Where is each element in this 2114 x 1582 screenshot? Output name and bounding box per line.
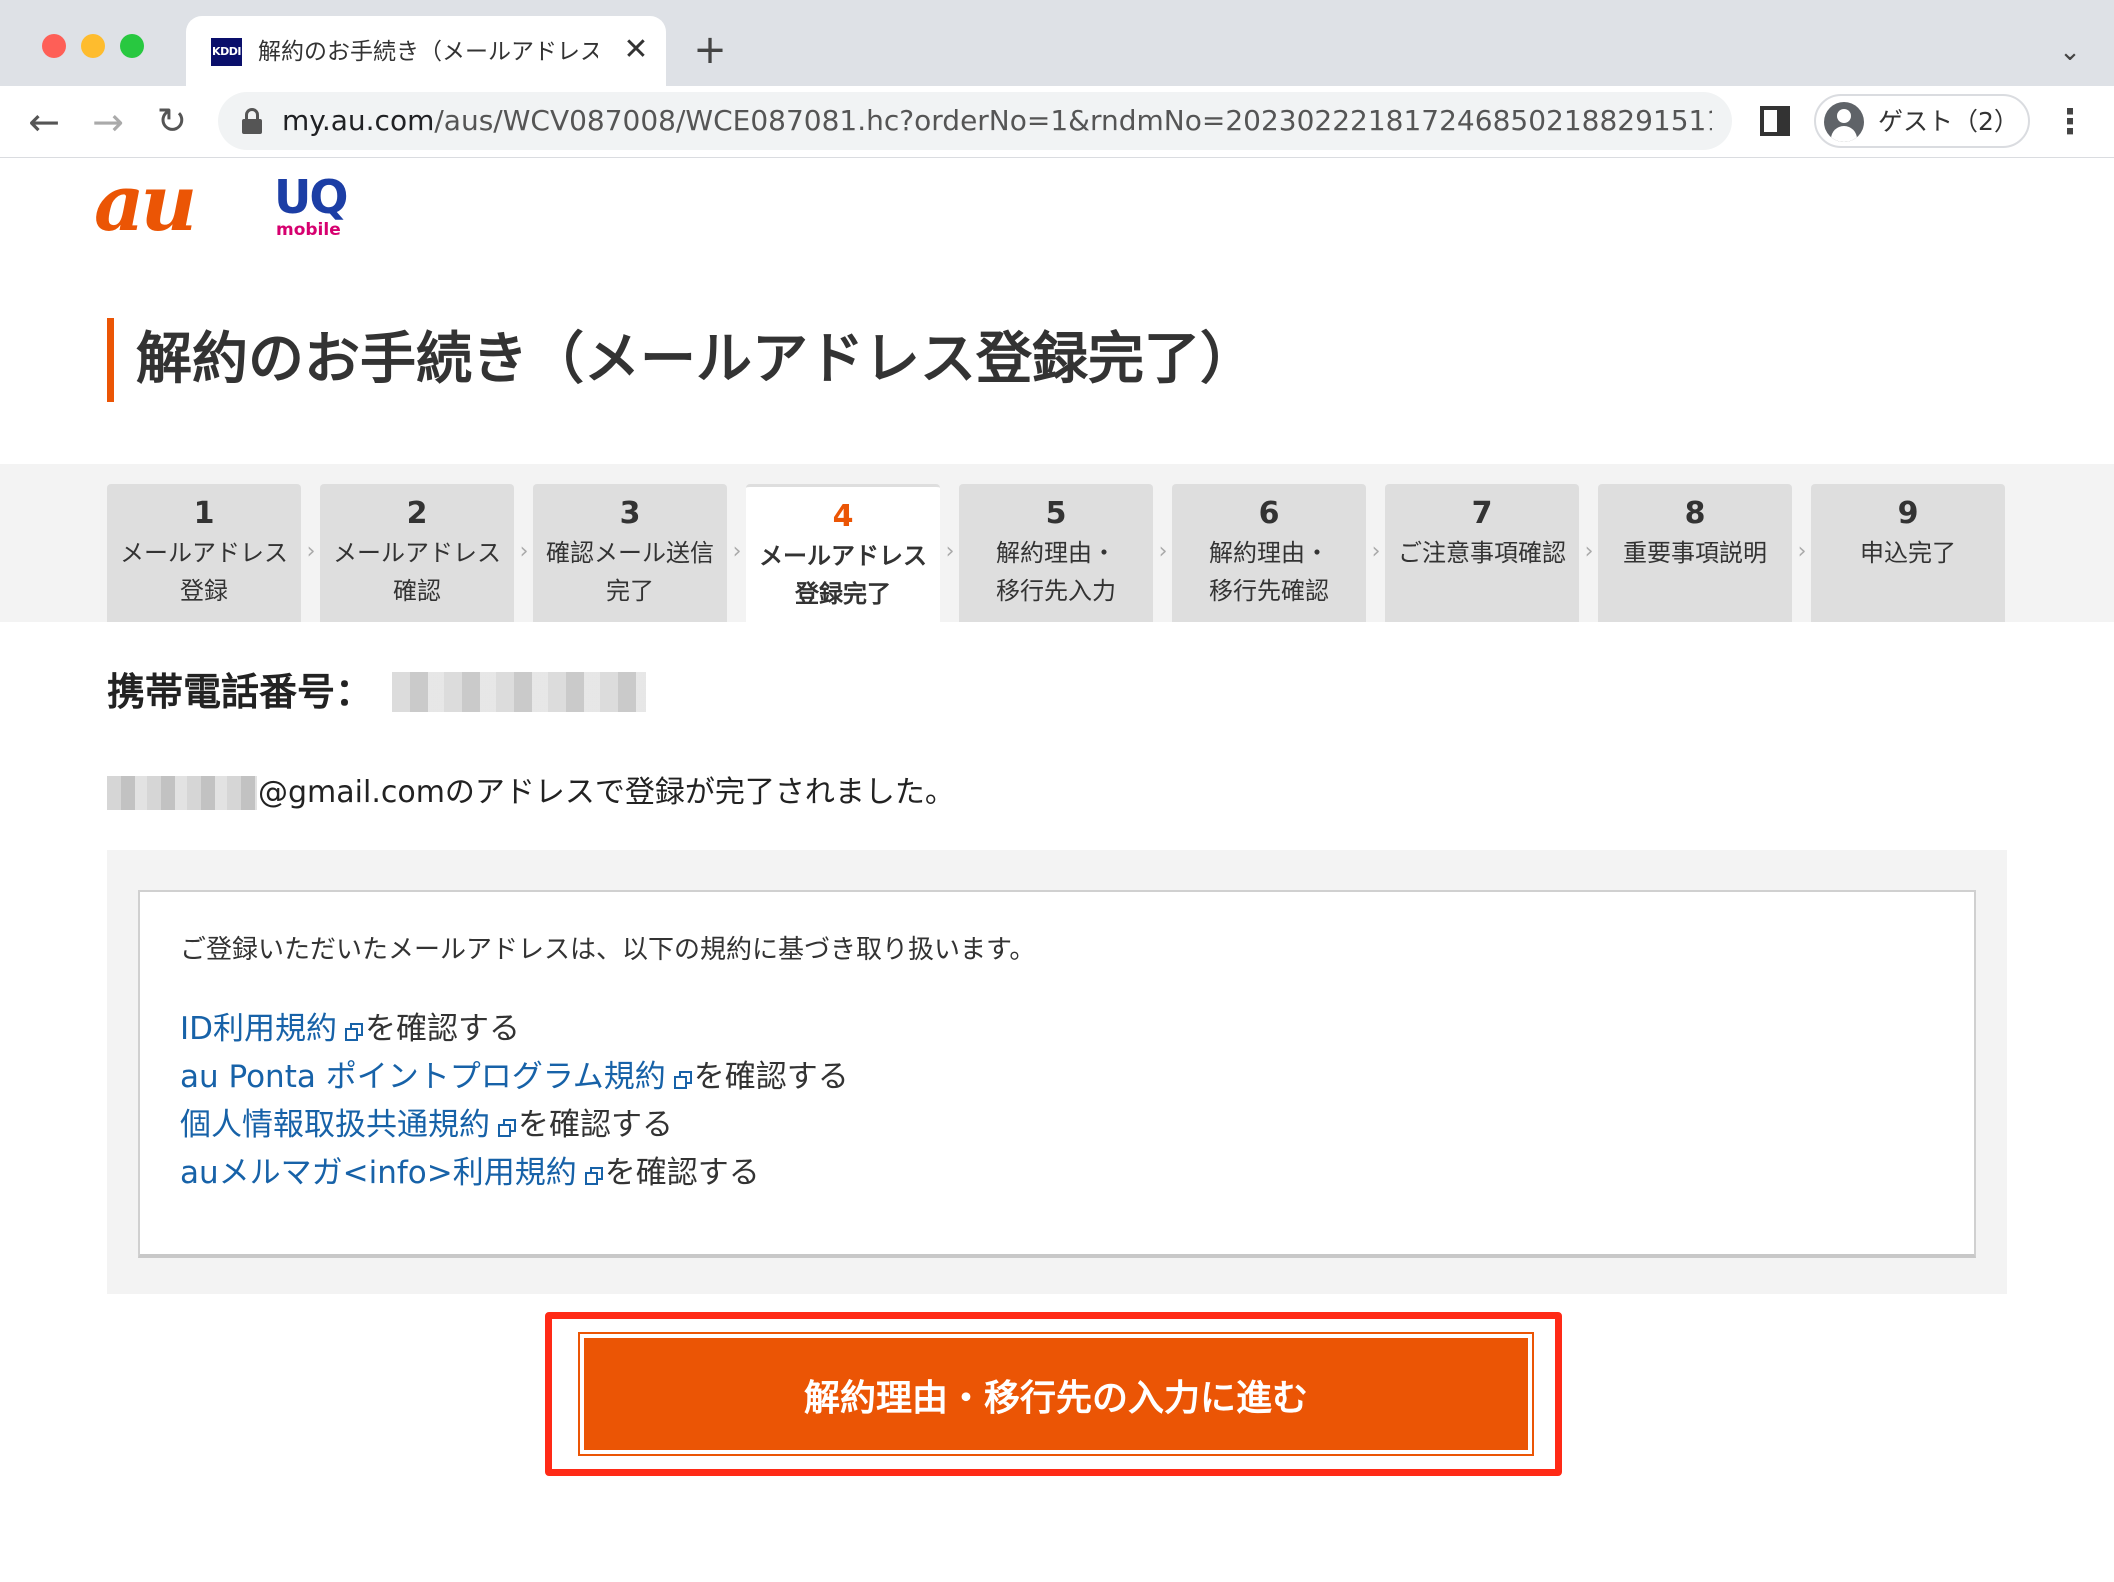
step-label: 申込完了 xyxy=(1860,539,1956,567)
avatar-icon xyxy=(1824,102,1864,142)
step-label: 確認メール送信 完了 xyxy=(546,539,714,605)
step-number: 2 xyxy=(406,496,428,531)
terms-intro-text: ご登録いただいたメールアドレスは、以下の規約に基づき取り扱います。 xyxy=(180,935,1036,965)
address-bar[interactable]: my.au.com/aus/WCV087008/WCE087081.hc?ord… xyxy=(218,92,1732,150)
kebab-menu-icon[interactable]: ⋮ xyxy=(2052,102,2088,142)
step-number: 3 xyxy=(619,496,641,531)
profile-label: ゲスト（2） xyxy=(1878,107,2019,136)
ponta-terms-link[interactable]: au Ponta ポイントプログラム規約 xyxy=(180,1059,666,1095)
tab-title: 解約のお手続き（メールアドレス登録完了） xyxy=(258,39,598,65)
lock-icon[interactable] xyxy=(242,108,262,134)
step-2: 2 メールアドレス 確認 xyxy=(320,484,514,622)
term-suffix: を確認する xyxy=(693,1059,849,1095)
step-label: メールアドレス 確認 xyxy=(333,539,501,605)
email-local-part-redacted xyxy=(107,776,257,810)
kddi-favicon-icon: KDDI xyxy=(211,38,242,66)
step-4-current: 4 メールアドレス 登録完了 xyxy=(746,484,940,622)
mobile-logo-text: mobile xyxy=(276,220,341,240)
term-row-mailmag: auメルマガ<info>利用規約 を確認する xyxy=(180,1150,760,1196)
phone-number-label: 携帯電話番号： xyxy=(107,670,374,714)
page-title: 解約のお手続き（メールアドレス登録完了） xyxy=(136,327,1256,392)
url-text[interactable]: my.au.com/aus/WCV087008/WCE087081.hc?ord… xyxy=(282,102,1712,140)
step-label: 重要事項説明 xyxy=(1623,539,1767,567)
step-label: メールアドレス 登録 xyxy=(120,539,288,605)
step-number: 1 xyxy=(193,496,215,531)
id-terms-link[interactable]: ID利用規約 xyxy=(180,1011,337,1047)
step-number: 9 xyxy=(1897,496,1919,531)
mailmag-terms-link[interactable]: auメルマガ<info>利用規約 xyxy=(180,1155,577,1191)
page-title-accent-bar xyxy=(107,318,114,402)
side-panel-icon[interactable] xyxy=(1760,106,1790,136)
step-number: 8 xyxy=(1684,496,1706,531)
term-row-ponta: au Ponta ポイントプログラム規約 を確認する xyxy=(180,1054,849,1100)
proceed-to-reason-input-button[interactable]: 解約理由・移行先の入力に進む xyxy=(578,1332,1534,1456)
step-3: 3 確認メール送信 完了 xyxy=(533,484,727,622)
step-number: 7 xyxy=(1471,496,1493,531)
step-arrow-icon: › xyxy=(1584,539,1594,564)
step-arrow-icon: › xyxy=(306,539,316,564)
step-arrow-icon: › xyxy=(1371,539,1381,564)
term-row-privacy: 個人情報取扱共通規約 を確認する xyxy=(180,1102,673,1148)
step-8: 8 重要事項説明 xyxy=(1598,484,1792,622)
step-arrow-icon: › xyxy=(519,539,529,564)
step-label: 解約理由・ 移行先入力 xyxy=(996,539,1116,605)
au-logo[interactable]: au xyxy=(94,165,197,243)
privacy-terms-link[interactable]: 個人情報取扱共通規約 xyxy=(180,1107,490,1143)
window-maximize-button[interactable] xyxy=(120,34,144,58)
step-number: 4 xyxy=(832,499,854,534)
profile-button[interactable]: ゲスト（2） xyxy=(1814,94,2030,148)
forward-button[interactable]: → xyxy=(84,98,132,146)
term-row-id: ID利用規約 を確認する xyxy=(180,1006,520,1052)
step-arrow-icon: › xyxy=(1158,539,1168,564)
uq-mobile-logo[interactable]: UQ mobile xyxy=(266,172,376,242)
uq-logo-text: UQ xyxy=(274,170,348,224)
step-arrow-icon: › xyxy=(732,539,742,564)
step-label: メールアドレス 登録完了 xyxy=(759,542,927,608)
step-6: 6 解約理由・ 移行先確認 xyxy=(1172,484,1366,622)
step-number: 6 xyxy=(1258,496,1280,531)
external-link-icon xyxy=(673,1071,692,1089)
step-label: 解約理由・ 移行先確認 xyxy=(1209,539,1329,605)
browser-tab[interactable]: KDDI 解約のお手続き（メールアドレス登録完了） ✕ xyxy=(186,16,666,86)
browser-toolbar: ← → ↻ my.au.com/aus/WCV087008/WCE087081.… xyxy=(0,86,2114,158)
tab-close-icon[interactable]: ✕ xyxy=(618,32,654,68)
step-5: 5 解約理由・ 移行先入力 xyxy=(959,484,1153,622)
step-7: 7 ご注意事項確認 xyxy=(1385,484,1579,622)
step-9: 9 申込完了 xyxy=(1811,484,2005,622)
url-host: my.au.com xyxy=(282,104,435,137)
url-path: /aus/WCV087008/WCE087081.hc?orderNo=1&rn… xyxy=(434,104,1712,137)
step-arrow-icon: › xyxy=(945,539,955,564)
new-tab-button[interactable]: + xyxy=(690,30,730,70)
browser-tab-bar: KDDI 解約のお手続き（メールアドレス登録完了） ✕ + ⌄ xyxy=(0,0,2114,86)
term-suffix: を確認する xyxy=(604,1155,760,1191)
term-suffix: を確認する xyxy=(365,1011,521,1047)
back-button[interactable]: ← xyxy=(20,98,68,146)
email-registered-message: @gmail.comのアドレスで登録が完了されました。 xyxy=(258,775,955,810)
window-close-button[interactable] xyxy=(42,34,66,58)
step-label: ご注意事項確認 xyxy=(1398,539,1566,567)
window-minimize-button[interactable] xyxy=(81,34,105,58)
reload-button[interactable]: ↻ xyxy=(148,98,196,146)
phone-number-redacted xyxy=(392,672,646,712)
tab-search-chevron-icon[interactable]: ⌄ xyxy=(2052,34,2088,70)
step-1: 1 メールアドレス 登録 xyxy=(107,484,301,622)
step-arrow-icon: › xyxy=(1797,539,1807,564)
external-link-icon xyxy=(498,1119,516,1137)
step-number: 5 xyxy=(1045,496,1067,531)
term-suffix: を確認する xyxy=(518,1107,673,1143)
external-link-icon xyxy=(584,1167,603,1185)
external-link-icon xyxy=(345,1023,364,1041)
